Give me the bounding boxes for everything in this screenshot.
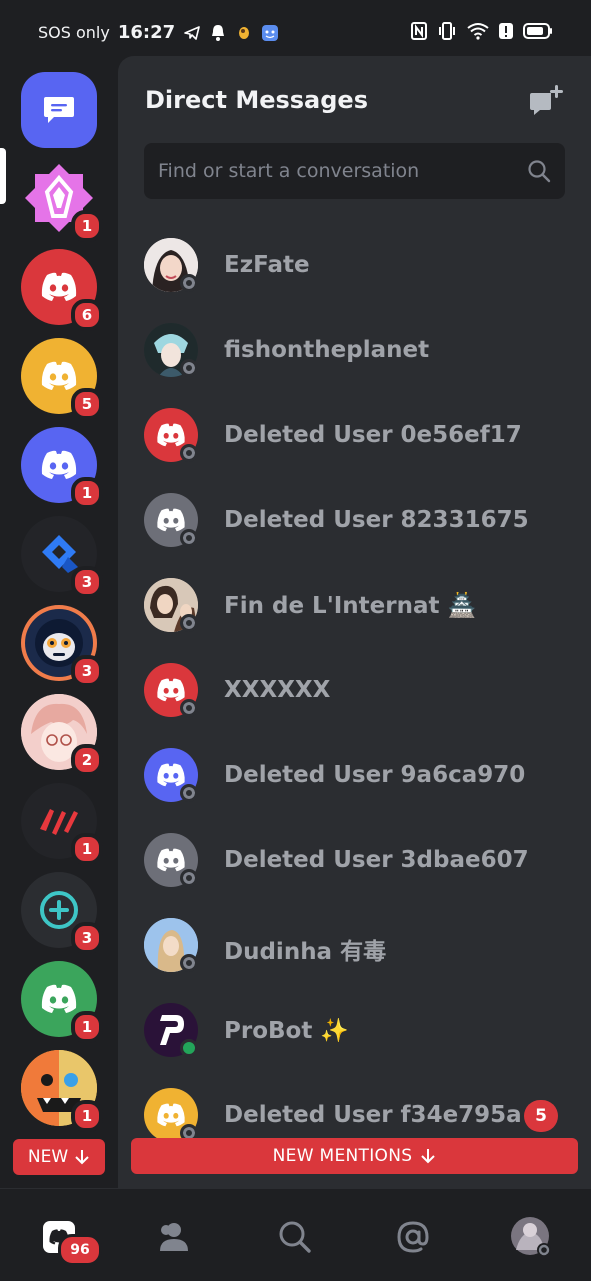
- status-indicator: [180, 699, 198, 717]
- new-mentions-label: NEW MENTIONS: [272, 1146, 413, 1166]
- search-input[interactable]: Find or start a conversation: [144, 143, 565, 199]
- dm-list-item[interactable]: Deleted User 9a6ca970: [144, 748, 574, 808]
- server-icon[interactable]: 1: [21, 160, 103, 242]
- status-indicator: [180, 444, 198, 462]
- status-indicator: [180, 784, 198, 802]
- wifi-icon: [467, 22, 489, 44]
- server-icon[interactable]: 2: [21, 694, 103, 776]
- dm-name: Deleted User 3dbae607: [224, 847, 529, 873]
- dm-list-item[interactable]: ProBot ✨: [144, 1003, 574, 1063]
- dm-list-item[interactable]: Fin de L'Internat 🏯: [144, 578, 574, 638]
- server-icon[interactable]: 1: [21, 961, 103, 1043]
- unread-badge: 1: [71, 210, 103, 242]
- dm-name: Dudinha 有毒: [224, 939, 387, 965]
- server-icon[interactable]: 1: [21, 427, 103, 509]
- server-icon[interactable]: 1: [21, 1050, 103, 1132]
- dm-name: XXXXXX: [224, 677, 331, 703]
- app-notification-icon-2: [261, 24, 279, 42]
- status-indicator: [180, 1039, 198, 1057]
- search-icon: [528, 160, 551, 183]
- status-indicator: [180, 359, 198, 377]
- dm-name: EzFate: [224, 252, 310, 278]
- status-indicator: [180, 954, 198, 972]
- bell-icon: [209, 24, 227, 42]
- nav-friends[interactable]: [153, 1213, 201, 1261]
- server-icon[interactable]: 3: [21, 872, 103, 954]
- status-indicator: [180, 869, 198, 887]
- server-icon[interactable]: 5: [21, 338, 103, 420]
- dm-list-item[interactable]: EzFate: [144, 238, 574, 298]
- dm-name: ProBot ✨: [224, 1018, 349, 1044]
- dm-list-item[interactable]: Dudinha 有毒: [144, 918, 574, 978]
- new-label: NEW: [27, 1147, 69, 1167]
- at-sign-icon: [397, 1221, 429, 1253]
- new-message-icon: [530, 85, 563, 115]
- vibrate-icon: [437, 22, 457, 44]
- new-dm-button[interactable]: [529, 84, 565, 118]
- dm-name: Deleted User 82331675: [224, 507, 529, 533]
- nav-mentions[interactable]: [389, 1213, 437, 1261]
- unread-badge: 1: [71, 1100, 103, 1132]
- dm-name: Deleted User 9a6ca970: [224, 762, 526, 788]
- unread-badge: 2: [71, 744, 103, 776]
- dm-list-item[interactable]: XXXXXX: [144, 663, 574, 723]
- arrow-down-icon: [421, 1149, 436, 1164]
- direct-messages-button[interactable]: [21, 72, 97, 148]
- unread-badge: 5: [71, 388, 103, 420]
- battery-icon: [523, 22, 553, 44]
- arrow-down-icon: [75, 1150, 89, 1165]
- search-placeholder: Find or start a conversation: [158, 160, 420, 182]
- unread-badge: 1: [71, 477, 103, 509]
- selected-indicator: [0, 148, 6, 204]
- server-rail: 1 6 5 1 3 3 2 1 3 1 1: [0, 66, 118, 1188]
- status-indicator: [180, 614, 198, 632]
- new-mentions-button[interactable]: NEW MENTIONS: [131, 1138, 578, 1174]
- avatar: [511, 1217, 551, 1257]
- dm-name: Deleted User 0e56ef17: [224, 422, 522, 448]
- search-icon: [279, 1221, 311, 1253]
- unread-badge: 3: [71, 922, 103, 954]
- server-icon[interactable]: 1: [21, 783, 103, 865]
- nfc-icon: [411, 22, 427, 44]
- telegram-icon: [183, 24, 201, 42]
- status-indicator: [180, 274, 198, 292]
- unread-badge: 5: [524, 1100, 558, 1132]
- server-icon[interactable]: 3: [21, 516, 103, 598]
- server-icon[interactable]: 6: [21, 249, 103, 331]
- notification-badge: 96: [58, 1234, 102, 1266]
- unread-badge: 6: [71, 299, 103, 331]
- unread-badge: 1: [71, 833, 103, 865]
- dm-icon: [21, 72, 97, 148]
- nav-profile[interactable]: [507, 1213, 555, 1261]
- dm-panel: Direct Messages Find or start a conversa…: [118, 56, 591, 1188]
- dm-list-item[interactable]: fishontheplanet: [144, 323, 574, 383]
- dm-name: Deleted User f34e795a: [224, 1102, 522, 1128]
- dm-list-item[interactable]: Deleted User 3dbae607: [144, 833, 574, 893]
- unread-badge: 1: [71, 1011, 103, 1043]
- friends-icon: [160, 1223, 188, 1251]
- clock: 16:27: [117, 22, 176, 43]
- unread-badge: 3: [71, 655, 103, 687]
- page-title: Direct Messages: [145, 86, 368, 114]
- new-unreads-button[interactable]: NEW: [13, 1139, 105, 1175]
- nav-search[interactable]: [271, 1213, 319, 1261]
- dm-list-item[interactable]: Deleted User 82331675: [144, 493, 574, 553]
- carrier-text: SOS only: [38, 23, 110, 42]
- alert-icon: [499, 22, 513, 44]
- dm-list-item[interactable]: Deleted User 0e56ef17: [144, 408, 574, 468]
- status-indicator: [180, 529, 198, 547]
- dm-name: Fin de L'Internat 🏯: [224, 593, 477, 619]
- unread-badge: 3: [71, 566, 103, 598]
- app-notification-icon: [235, 24, 253, 42]
- dm-name: fishontheplanet: [224, 337, 430, 363]
- server-icon[interactable]: 3: [21, 605, 103, 687]
